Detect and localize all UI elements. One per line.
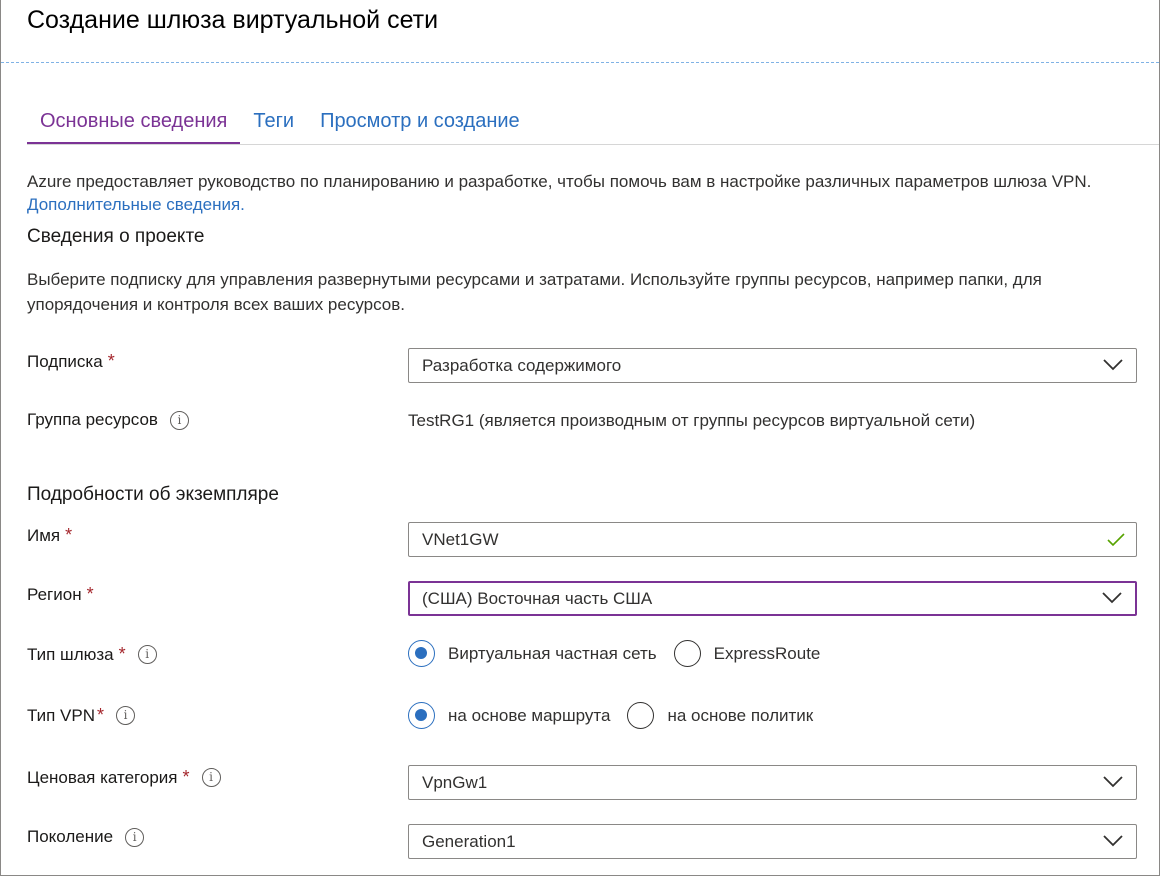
learn-more-link[interactable]: Дополнительные сведения. [27,195,245,214]
subscription-label: Подписка * [27,351,115,372]
tab-review-create[interactable]: Просмотр и создание [307,108,533,145]
generation-dropdown[interactable]: Generation1 [408,824,1137,859]
name-label-text: Имя [27,525,61,545]
radio-circle [408,640,435,667]
info-icon[interactable]: i [137,645,157,664]
sku-label-text: Ценовая категория [27,767,178,787]
checkmark-icon [1107,533,1125,547]
required-marker: * [182,767,190,787]
region-label-text: Регион [27,584,82,604]
chevron-down-icon [1103,776,1123,788]
generation-label-text: Поколение [27,827,114,846]
vpn-type-radio-group: на основе маршрута на основе политик [408,702,830,729]
subscription-label-text: Подписка [27,351,103,371]
info-icon[interactable]: i [116,706,136,725]
resource-group-value: TestRG1 (является производным от группы … [408,411,976,430]
radio-label: на основе политик [667,705,814,725]
radio-label: ExpressRoute [713,643,821,663]
gateway-type-radio-group: Виртуальная частная сеть ExpressRoute [408,640,837,667]
vpn-type-label: Тип VPN * i [27,705,136,726]
intro-body: Azure предоставляет руководство по плани… [27,172,1092,191]
info-icon[interactable]: i [125,827,145,847]
required-marker: * [65,525,73,545]
required-marker: * [86,584,94,604]
radio-circle [408,702,435,729]
info-icon[interactable]: i [201,768,221,787]
intro-text: Azure предоставляет руководство по плани… [27,170,1137,216]
generation-label: Поколение i [27,827,145,847]
tabs-underline [27,144,1159,145]
required-marker: * [97,705,105,725]
project-details-title: Сведения о проекте [27,226,205,247]
radio-label: Виртуальная частная сеть [448,643,657,663]
subscription-dropdown[interactable]: Разработка содержимого [408,348,1137,383]
radio-label: на основе маршрута [448,705,611,725]
project-details-description: Выберите подписку для управления разверн… [27,270,1042,314]
title-divider [1,62,1159,63]
gateway-type-label: Тип шлюза * i [27,644,157,665]
page-title: Создание шлюза виртуальной сети [27,6,439,34]
subscription-value: Разработка содержимого [422,356,622,375]
chevron-down-icon [1103,835,1123,847]
region-value: (США) Восточная часть США [422,589,653,608]
sku-dropdown[interactable]: VpnGw1 [408,765,1137,800]
tab-tags[interactable]: Теги [240,108,307,145]
required-marker: * [107,351,115,371]
tab-bar: Основные сведения Теги Просмотр и создан… [27,108,533,146]
radio-circle [627,702,655,729]
resource-group-label-text: Группа ресурсов [27,410,158,429]
chevron-down-icon [1102,592,1122,604]
region-dropdown[interactable]: (США) Восточная часть США [408,581,1137,616]
info-icon[interactable]: i [169,410,189,430]
instance-details-title: Подробности об экземпляре [27,484,279,505]
name-value: VNet1GW [422,530,499,549]
name-label: Имя * [27,525,72,546]
tab-basics[interactable]: Основные сведения [27,108,241,145]
gateway-type-expressroute-radio[interactable]: ExpressRoute [673,640,821,667]
resource-group-label: Группа ресурсов i [27,410,189,430]
gateway-type-vpn-radio[interactable]: Виртуальная частная сеть [408,640,657,667]
name-input[interactable]: VNet1GW [408,522,1137,557]
required-marker: * [118,644,126,664]
radio-circle [673,640,701,667]
sku-value: VpnGw1 [422,773,488,792]
gateway-type-label-text: Тип шлюза [27,644,114,664]
region-label: Регион * [27,584,94,605]
vpn-type-label-text: Тип VPN [27,705,96,725]
vpn-type-policy-based-radio[interactable]: на основе политик [627,702,813,729]
generation-value: Generation1 [422,832,516,851]
sku-label: Ценовая категория * i [27,767,221,788]
chevron-down-icon [1103,359,1123,371]
vpn-type-route-based-radio[interactable]: на основе маршрута [408,702,610,729]
